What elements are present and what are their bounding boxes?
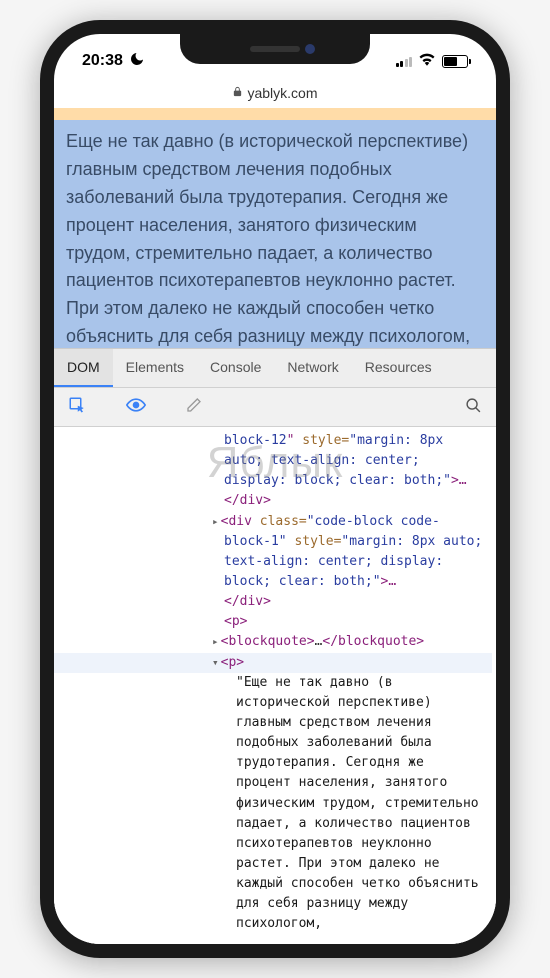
dom-node-blockquote[interactable]: ▸<blockquote>…</blockquote> — [54, 632, 492, 652]
devtools-toolbar — [54, 388, 496, 427]
battery-icon — [442, 55, 468, 68]
address-domain: yablyk.com — [247, 85, 317, 101]
address-bar[interactable]: yablyk.com — [54, 78, 496, 108]
inspect-icon[interactable] — [68, 396, 86, 418]
phone-notch — [180, 34, 370, 64]
wifi-icon — [418, 52, 436, 71]
dom-node-div-1[interactable]: ▸<div class="code-block code-block-1" st… — [54, 512, 492, 613]
dom-node-p-empty[interactable]: <p> — [54, 612, 492, 632]
dom-node-p-current[interactable]: ▾<p> — [54, 653, 492, 673]
phone-frame: 20:38 yablyk.com Еще не так — [40, 20, 510, 958]
tab-console[interactable]: Console — [197, 349, 274, 387]
eye-icon[interactable] — [126, 398, 146, 416]
dom-tree[interactable]: Яблык block-12" style="margin: 8px auto;… — [54, 427, 496, 944]
status-time: 20:38 — [82, 52, 123, 70]
webpage-preview[interactable]: Еще не так давно (в исторической перспек… — [54, 108, 496, 348]
tab-elements[interactable]: Elements — [113, 349, 197, 387]
content-area: Еще не так давно (в исторической перспек… — [54, 108, 496, 944]
selected-paragraph[interactable]: Еще не так давно (в исторической перспек… — [54, 120, 496, 353]
moon-icon — [129, 51, 145, 72]
pencil-icon[interactable] — [186, 397, 202, 417]
signal-icon — [396, 55, 413, 67]
tab-dom[interactable]: DOM — [54, 349, 113, 387]
phone-screen: 20:38 yablyk.com Еще не так — [54, 34, 496, 944]
tab-network[interactable]: Network — [274, 349, 351, 387]
dom-node-div-12[interactable]: block-12" style="margin: 8px auto; text-… — [54, 431, 492, 512]
tab-resources[interactable]: Resources — [352, 349, 445, 387]
devtools-panel: DOM Elements Console Network Resources — [54, 348, 496, 944]
search-icon[interactable] — [465, 397, 482, 418]
devtools-tabs: DOM Elements Console Network Resources — [54, 349, 496, 388]
highlight-margin — [54, 108, 496, 120]
dom-text-node[interactable]: "Еще не так давно (в исторической перспе… — [54, 673, 492, 935]
lock-icon — [232, 86, 243, 100]
